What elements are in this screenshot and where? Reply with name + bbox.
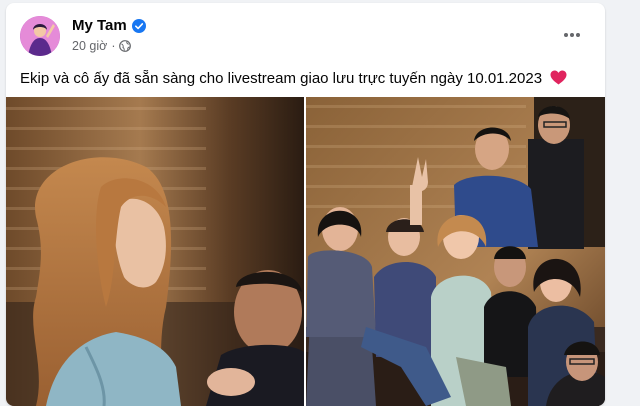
red-heart-icon bbox=[550, 70, 567, 85]
post-timestamp[interactable]: 20 giờ bbox=[72, 39, 107, 53]
post-photo-1[interactable] bbox=[6, 97, 304, 406]
globe-icon[interactable] bbox=[119, 40, 132, 52]
post-meta: 20 giờ · bbox=[72, 39, 132, 53]
post-photo-grid bbox=[6, 97, 605, 406]
post-card: My Tam 20 giờ · Ekip và cô ấy đã sẵn sàn… bbox=[6, 3, 605, 406]
caption-text: Ekip và cô ấy đã sẵn sàng cho livestream… bbox=[20, 70, 543, 87]
meta-separator: · bbox=[111, 39, 116, 53]
post-caption: Ekip và cô ấy đã sẵn sàng cho livestream… bbox=[20, 69, 590, 89]
post-photo-2[interactable] bbox=[306, 97, 605, 406]
author-name[interactable]: My Tam bbox=[72, 17, 127, 34]
more-options-icon bbox=[564, 33, 580, 37]
author-name-row: My Tam bbox=[72, 17, 146, 34]
author-avatar[interactable] bbox=[20, 16, 60, 56]
post-header: My Tam 20 giờ · bbox=[20, 13, 590, 57]
verified-badge-icon bbox=[131, 18, 146, 33]
more-options-button[interactable] bbox=[556, 19, 588, 51]
page-background-right bbox=[608, 0, 640, 406]
